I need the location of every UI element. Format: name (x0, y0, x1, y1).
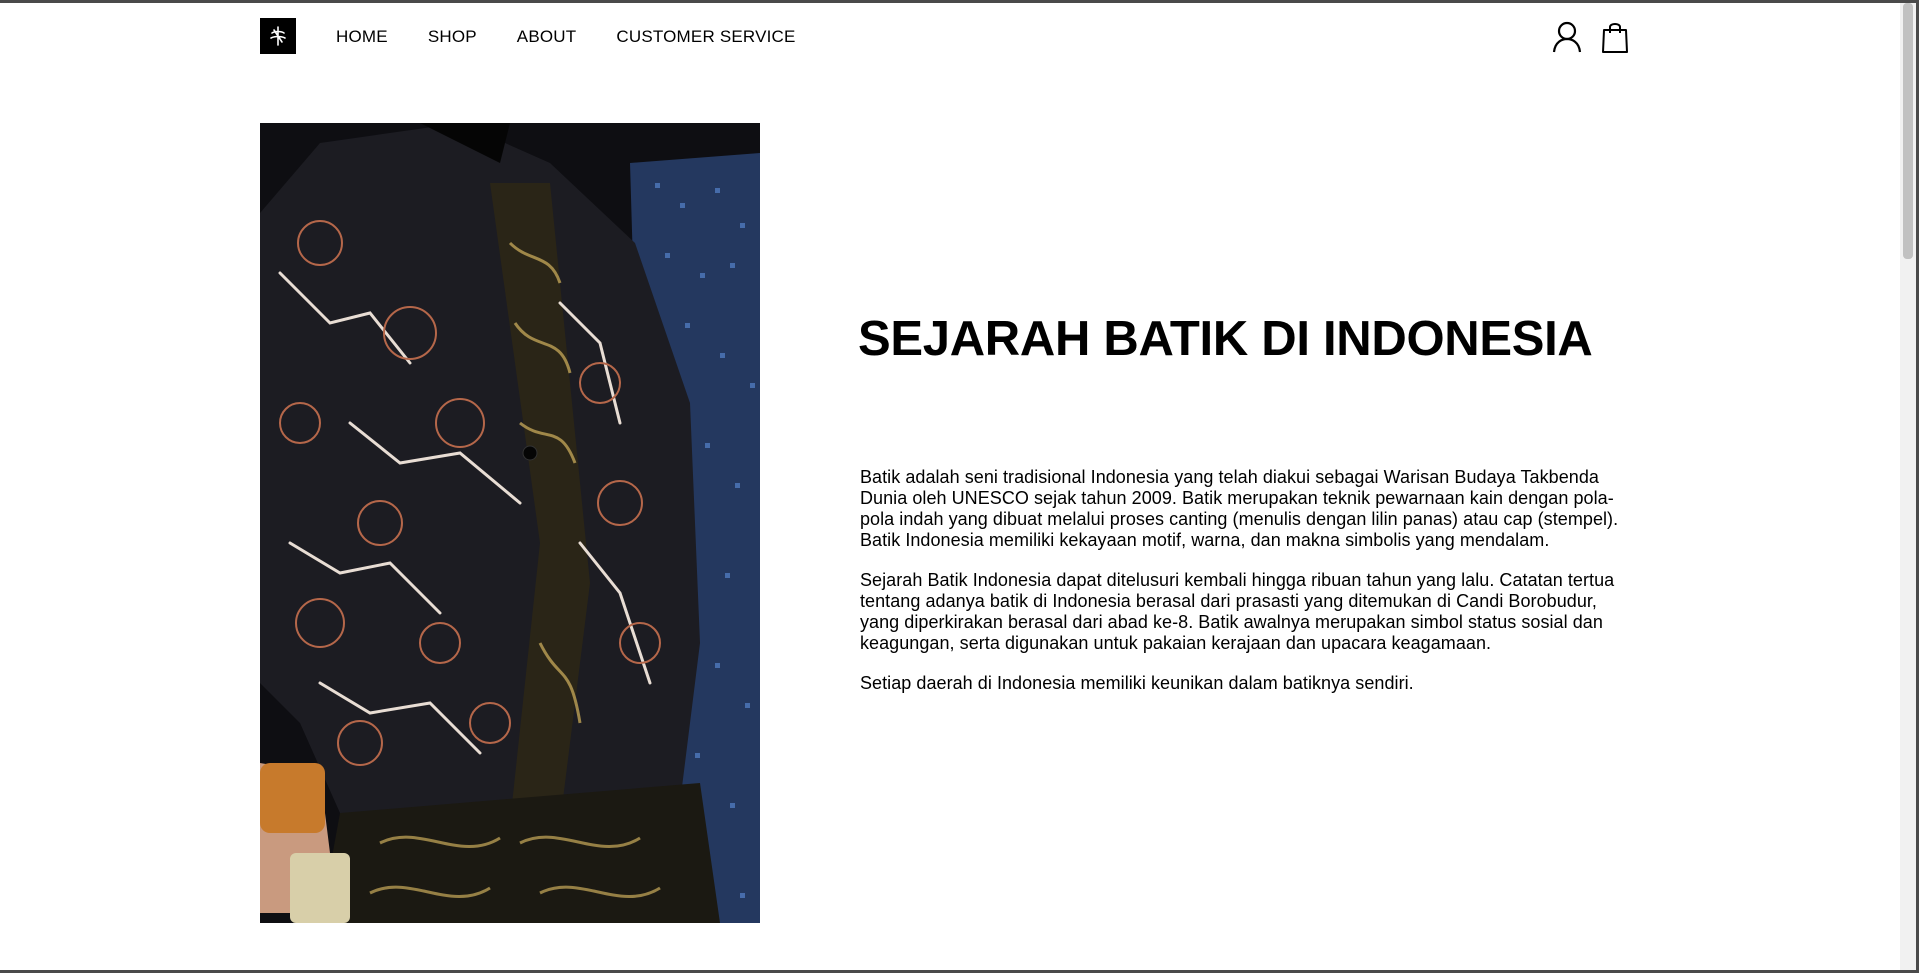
main-nav: HOME SHOP ABOUT CUSTOMER SERVICE (336, 26, 836, 48)
window-top-border (0, 0, 1919, 3)
user-icon[interactable] (1552, 20, 1582, 54)
nav-customer-service[interactable]: CUSTOMER SERVICE (616, 26, 795, 48)
brand-logo[interactable] (260, 18, 296, 54)
header-actions (1552, 20, 1630, 54)
scrollbar-thumb[interactable] (1903, 3, 1913, 259)
batik-fashion-image (260, 123, 760, 923)
batik-jacket-illustration (260, 123, 760, 923)
site-header: HOME SHOP ABOUT CUSTOMER SERVICE (260, 18, 1630, 58)
nav-about[interactable]: ABOUT (517, 26, 577, 48)
paragraph-regions: Setiap daerah di Indonesia memiliki keun… (860, 673, 1414, 693)
article-body: Batik adalah seni tradisional Indonesia … (860, 467, 1640, 713)
nav-shop[interactable]: SHOP (428, 26, 477, 48)
paragraph-history: Sejarah Batik Indonesia dapat ditelusuri… (860, 570, 1615, 653)
logo-mark-icon (270, 26, 286, 46)
nav-home[interactable]: HOME (336, 26, 388, 48)
paragraph-intro: Batik adalah seni tradisional Indonesia … (860, 467, 1619, 550)
page-title: SEJARAH BATIK DI INDONESIA (858, 312, 1593, 366)
shopping-bag-icon[interactable] (1600, 20, 1630, 54)
